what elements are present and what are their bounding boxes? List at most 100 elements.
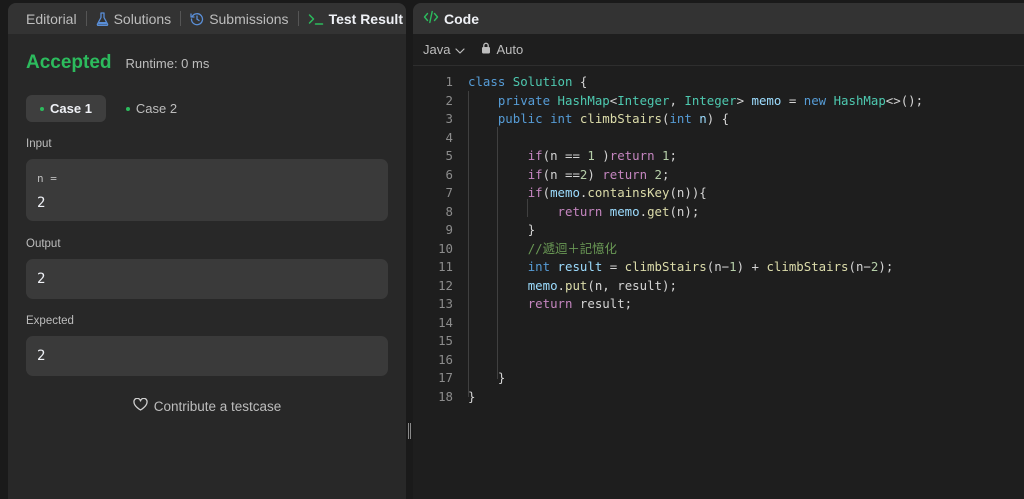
code-token: memo [609, 203, 640, 219]
language-label: Java [423, 42, 451, 57]
code-token: if [527, 148, 543, 163]
code-token: private [497, 92, 558, 108]
tab-solutions[interactable]: Solutions [96, 11, 171, 27]
code-token: − [863, 259, 871, 274]
editor-toolbar: Java Auto [413, 34, 1024, 66]
result-header: Accepted Runtime: 0 ms [26, 52, 388, 79]
test-result-panel: Editorial Solutions Submissions Test Res… [8, 3, 406, 499]
code-token: <>(); [885, 92, 924, 108]
code-token: ) [587, 166, 603, 182]
language-select[interactable]: Java [423, 42, 466, 57]
code-text: } [468, 388, 475, 406]
code-icon [423, 10, 439, 27]
tab-divider [85, 11, 87, 26]
tab-submissions[interactable]: Submissions [190, 10, 289, 27]
line-number: 4 [445, 129, 453, 145]
code-token: n [699, 111, 707, 126]
code-line: 7 if(memo.containsKey(n)){ [413, 184, 1024, 202]
code-line: 11 int result = climbStairs(n−1) + climb… [413, 258, 1024, 276]
code-text: private HashMap<Integer, Integer> memo =… [468, 92, 923, 110]
code-token: climbStairs [624, 259, 707, 274]
code-line: 9 } [413, 221, 1024, 239]
code-token: new [803, 92, 834, 108]
line-number: 9 [445, 222, 453, 237]
contribute-label: Contribute a testcase [153, 398, 282, 414]
pass-dot-icon [125, 106, 130, 111]
code-token: int [550, 111, 580, 126]
line-number: 6 [445, 166, 453, 182]
lock-icon [481, 42, 491, 57]
code-token: = [788, 92, 804, 108]
line-number: 7 [445, 185, 453, 200]
chevron-down-icon [455, 42, 466, 57]
code-token: get [647, 203, 670, 219]
runtime-label: Runtime: 0 ms [125, 56, 210, 71]
code-token: //遞迴＋記憶化 [527, 240, 617, 256]
code-token: if [527, 166, 543, 182]
line-number: 11 [438, 259, 453, 274]
auto-mode[interactable]: Auto [481, 42, 523, 57]
code-text: int result = climbStairs(n−1) + climbSta… [468, 258, 894, 276]
tab-submissions-label: Submissions [209, 10, 289, 27]
code-line: 17 } [413, 369, 1024, 387]
line-number: 14 [438, 314, 453, 330]
code-token: return [602, 166, 655, 182]
case-tabs: Case 1 Case 2 [26, 95, 388, 122]
case-1-button[interactable]: Case 1 [26, 95, 106, 122]
code-token: . [557, 277, 565, 293]
code-token: result [557, 259, 610, 274]
panel-resize-handle[interactable] [408, 423, 411, 439]
code-header: Code [413, 3, 1024, 34]
code-text: memo.put(n, result); [468, 277, 677, 295]
code-line: 4 [413, 129, 1024, 147]
code-token: if [527, 185, 543, 200]
tab-editorial[interactable]: Editorial [26, 11, 77, 27]
code-token: ) { [706, 111, 730, 126]
code-token: Integer [617, 92, 670, 108]
code-token: int [527, 259, 558, 274]
input-label: Input [26, 138, 52, 150]
case-2-label: Case 2 [135, 101, 178, 116]
code-token: 1 [587, 148, 603, 163]
code-token: (n == [542, 166, 580, 182]
input-var-name: n = [37, 172, 57, 185]
code-token: (n [848, 259, 864, 274]
code-line: 13 return result; [413, 295, 1024, 313]
input-box: n = 2 [26, 159, 388, 221]
tab-test-result[interactable]: Test Result [308, 11, 403, 27]
code-token: } [497, 370, 506, 385]
code-token: public [497, 111, 551, 126]
line-number: 18 [438, 388, 453, 404]
case-1-label: Case 1 [50, 101, 92, 116]
case-2-button[interactable]: Case 2 [112, 95, 191, 122]
history-icon [190, 12, 204, 26]
output-box: 2 [26, 259, 388, 299]
code-token: ) + [736, 259, 767, 274]
code-token: HashMap [833, 92, 886, 108]
code-text: return result; [468, 295, 632, 313]
code-line: 12 memo.put(n, result); [413, 277, 1024, 295]
tab-editorial-label: Editorial [26, 10, 77, 27]
code-token: result; [579, 296, 633, 311]
line-number: 12 [438, 277, 453, 293]
code-line: 14 [413, 314, 1024, 332]
code-line: 18} [413, 388, 1024, 406]
line-number: 8 [445, 203, 453, 219]
contribute-testcase-button[interactable]: Contribute a testcase [26, 397, 388, 414]
code-token: return [557, 203, 610, 219]
code-token: − [721, 259, 730, 274]
heart-icon [133, 397, 148, 414]
code-text: return memo.get(n); [468, 203, 700, 221]
code-token: ) [602, 148, 610, 163]
code-token: } [468, 388, 476, 404]
code-line: 5 if(n == 1 )return 1; [413, 147, 1024, 165]
code-token: memo [550, 185, 580, 200]
code-token: { [579, 74, 588, 89]
